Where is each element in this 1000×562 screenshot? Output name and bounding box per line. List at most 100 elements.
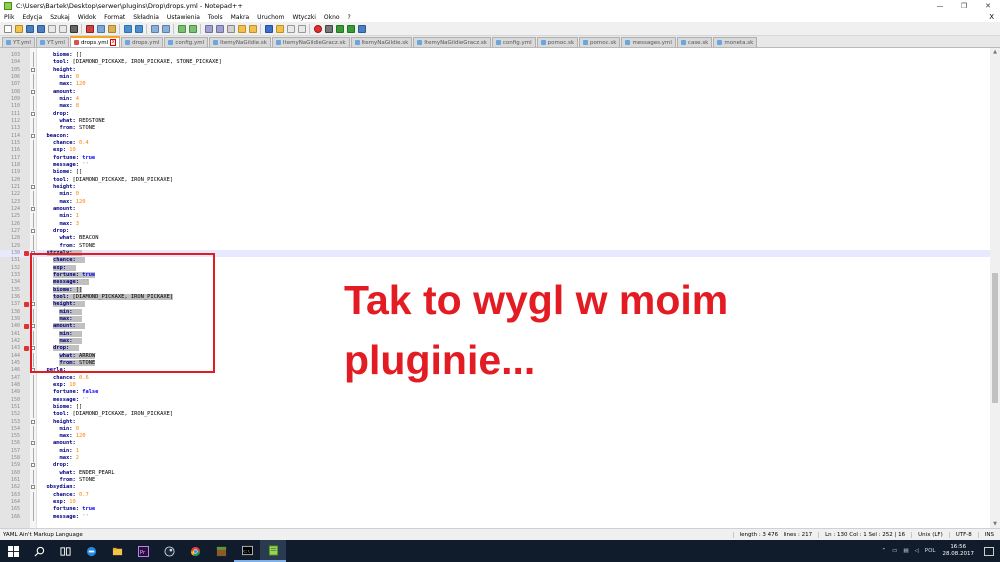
fold-toggle-icon[interactable]: [31, 67, 35, 72]
new-file-icon[interactable]: [3, 24, 12, 33]
tab-itemy-na-gildie-2[interactable]: ItemyNaGildie.sk: [350, 37, 413, 47]
taskbar-explorer[interactable]: [104, 540, 130, 562]
menu-edit[interactable]: Edycja: [18, 14, 46, 21]
code-line[interactable]: 151 biome: []: [0, 403, 990, 412]
taskbar-cmd[interactable]: C:\: [234, 540, 260, 562]
code-line[interactable]: 125 min: 1: [0, 213, 990, 221]
code-line[interactable]: 152 tool: [DIAMOND_PICKAXE, IRON_PICKAXE…: [0, 411, 990, 419]
search-button[interactable]: [26, 540, 52, 562]
code-line[interactable]: 109 min: 4: [0, 95, 990, 104]
code-line[interactable]: 126 max: 3: [0, 220, 990, 228]
close-button[interactable]: ✕: [976, 0, 1000, 12]
close-tab-icon[interactable]: x: [110, 39, 117, 46]
code-line[interactable]: 157 min: 1: [0, 447, 990, 456]
minimize-button[interactable]: —: [928, 0, 952, 12]
stop-macro-icon[interactable]: [324, 24, 333, 33]
save-icon[interactable]: [25, 24, 34, 33]
run-macro-multiple-icon[interactable]: [346, 24, 355, 33]
menu-search[interactable]: Szukaj: [46, 14, 73, 21]
document-map-icon[interactable]: [275, 24, 284, 33]
code-line[interactable]: 104 tool: [DIAMOND_PICKAXE, IRON_PICKAXE…: [0, 59, 990, 67]
copy-icon[interactable]: [96, 24, 105, 33]
redo-icon[interactable]: [134, 24, 143, 33]
menu-plugins[interactable]: Wtyczki: [288, 14, 319, 21]
code-line[interactable]: 120 tool: [DIAMOND_PICKAXE, IRON_PICKAXE…: [0, 176, 990, 184]
code-line[interactable]: 117 fortune: true: [0, 154, 990, 162]
tab-config-yml-2[interactable]: config.yml: [491, 37, 536, 47]
code-line[interactable]: 123 max: 120: [0, 198, 990, 206]
menu-tools[interactable]: Tools: [204, 14, 227, 21]
volume-icon[interactable]: ◁: [915, 548, 919, 554]
tab-yt-yml-2[interactable]: YT.yml: [35, 37, 69, 47]
tab-itemy-na-gildie-gracz-1[interactable]: ItemyNaGildieGracz.sk: [271, 37, 350, 47]
tab-case-sk[interactable]: case.sk: [676, 37, 713, 47]
tab-messages-yml[interactable]: messages.yml: [621, 37, 676, 47]
network-icon[interactable]: ▤: [903, 548, 908, 554]
code-line[interactable]: 153 height:: [0, 419, 990, 426]
find-icon[interactable]: [150, 24, 159, 33]
save-all-icon[interactable]: [36, 24, 45, 33]
user-language-icon[interactable]: [264, 24, 273, 33]
paste-icon[interactable]: [107, 24, 116, 33]
menu-file[interactable]: Plik: [0, 14, 18, 21]
input-language[interactable]: POL: [925, 548, 936, 554]
undo-icon[interactable]: [123, 24, 132, 33]
tab-pomoc-sk-1[interactable]: pomoc.sk: [536, 37, 579, 47]
print-icon[interactable]: [69, 24, 78, 33]
code-line[interactable]: 116 exp: 10: [0, 147, 990, 155]
code-line[interactable]: 150 message: '': [0, 396, 990, 404]
code-line[interactable]: 166 message: '': [0, 513, 990, 522]
indent-guide-icon[interactable]: [248, 24, 257, 33]
fold-toggle-icon[interactable]: [31, 133, 35, 138]
battery-icon[interactable]: ▭: [892, 548, 897, 554]
tab-drops-yml-active[interactable]: drops.yml x: [69, 36, 121, 47]
replace-icon[interactable]: [161, 24, 170, 33]
menu-help[interactable]: ?: [344, 14, 355, 21]
code-line[interactable]: 124 amount:: [0, 206, 990, 213]
scrollbar-thumb[interactable]: [992, 273, 998, 403]
menu-format[interactable]: Format: [100, 14, 129, 21]
code-line[interactable]: 163 chance: 0.7: [0, 491, 990, 500]
show-all-chars-icon[interactable]: [237, 24, 246, 33]
menu-settings[interactable]: Ustawienia: [163, 14, 204, 21]
folder-workspace-icon[interactable]: [297, 24, 306, 33]
code-line[interactable]: 155 max: 120: [0, 433, 990, 441]
code-line[interactable]: 110 max: 8: [0, 103, 990, 111]
fold-toggle-icon[interactable]: [31, 228, 35, 233]
bookmark-icon[interactable]: [24, 302, 29, 308]
code-line[interactable]: 118 message: '': [0, 161, 990, 170]
function-list-icon[interactable]: [286, 24, 295, 33]
start-button[interactable]: [0, 540, 26, 562]
tab-pomoc-sk-2[interactable]: pomoc.sk: [579, 37, 621, 47]
taskbar-minecraft[interactable]: [208, 540, 234, 562]
code-line[interactable]: 165 fortune: true: [0, 506, 990, 514]
scroll-up-arrow-icon[interactable]: ▲: [990, 48, 1000, 56]
menu-macro[interactable]: Makra: [227, 14, 253, 21]
code-line[interactable]: 108 amount:: [0, 89, 990, 96]
task-view-button[interactable]: [52, 540, 78, 562]
fold-toggle-icon[interactable]: [31, 485, 35, 490]
fold-toggle-icon[interactable]: [31, 184, 35, 189]
tab-itemy-na-gildie-1[interactable]: ItemyNaGildie.sk: [209, 37, 271, 47]
taskbar-edge[interactable]: [78, 540, 104, 562]
fold-toggle-icon[interactable]: [31, 89, 35, 94]
fold-toggle-icon[interactable]: [31, 441, 35, 446]
menu-view[interactable]: Widok: [74, 14, 100, 21]
code-line[interactable]: 121 height:: [0, 184, 990, 191]
bookmark-icon[interactable]: [24, 346, 29, 352]
cut-icon[interactable]: [85, 24, 94, 33]
code-line[interactable]: 159 drop:: [0, 462, 990, 469]
code-line[interactable]: 160 what: ENDER_PEARL: [0, 469, 990, 478]
zoom-out-icon[interactable]: [188, 24, 197, 33]
code-line[interactable]: 127 drop:: [0, 228, 990, 235]
close-all-icon[interactable]: [58, 24, 67, 33]
code-line[interactable]: 154 min: 0: [0, 425, 990, 434]
code-line[interactable]: 156 amount:: [0, 440, 990, 447]
code-line[interactable]: 103 biome: []: [0, 52, 990, 60]
fold-toggle-icon[interactable]: [31, 206, 35, 211]
code-line[interactable]: 158 max: 2: [0, 455, 990, 463]
record-macro-icon[interactable]: [313, 24, 322, 33]
taskbar-chrome[interactable]: [182, 540, 208, 562]
play-macro-icon[interactable]: [335, 24, 344, 33]
code-line[interactable]: 128 what: BEACON: [0, 235, 990, 243]
